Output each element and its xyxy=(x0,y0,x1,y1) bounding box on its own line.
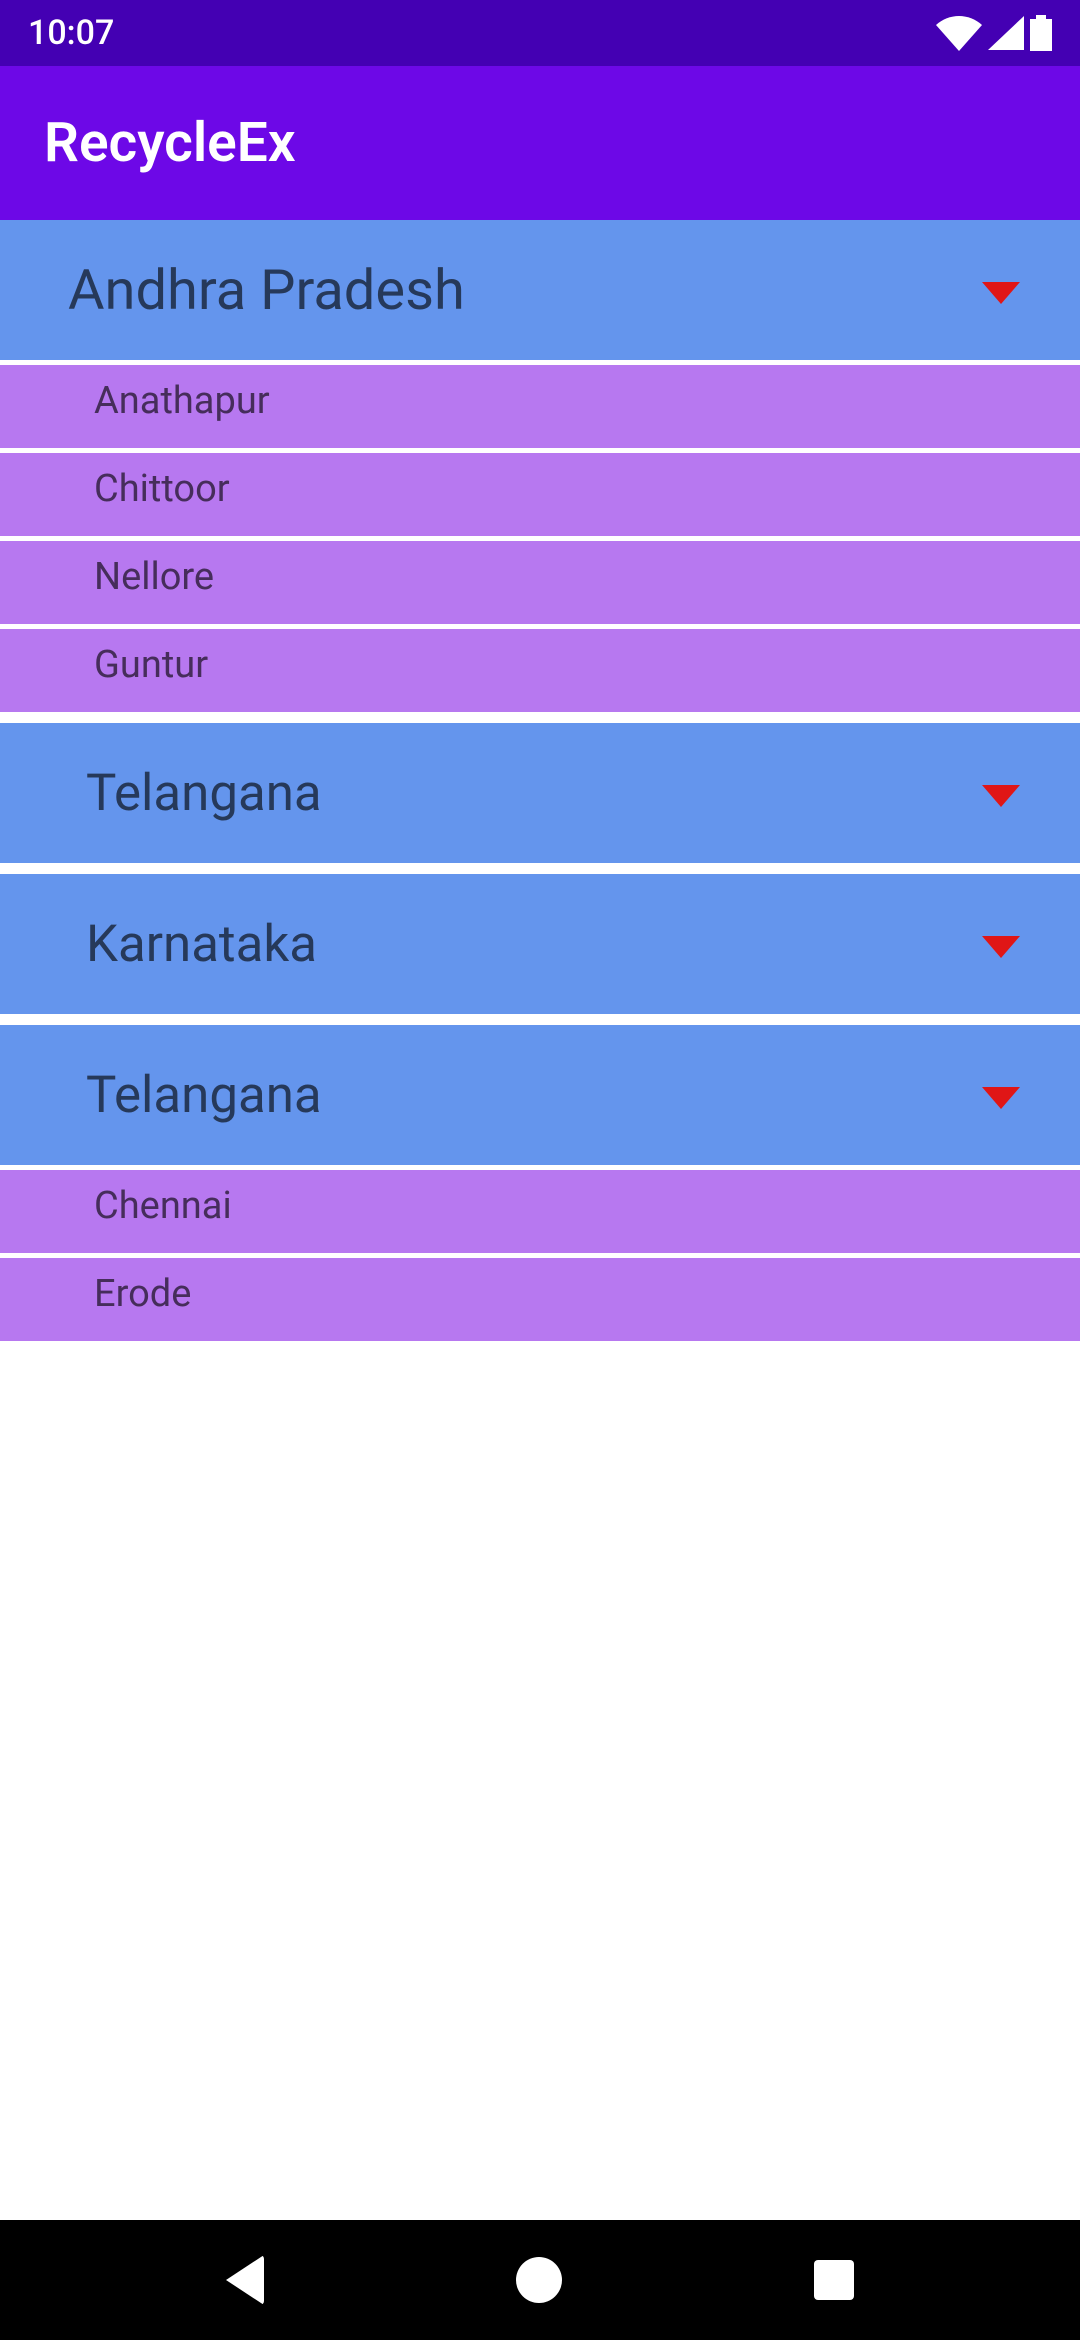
navigation-bar xyxy=(0,2220,1080,2340)
group-label: Telangana xyxy=(86,764,322,823)
chevron-down-icon xyxy=(982,936,1020,958)
list-item-label: Guntur xyxy=(94,643,208,687)
nav-home-button[interactable] xyxy=(516,2257,562,2303)
list-item-label: Chittoor xyxy=(94,467,230,511)
group-header[interactable]: Karnataka xyxy=(0,874,1080,1014)
nav-back-button[interactable] xyxy=(226,2255,264,2305)
status-bar: 10:07 xyxy=(0,0,1080,66)
recycler-list[interactable]: Andhra Pradesh Anathapur Chittoor Nellor… xyxy=(0,220,1080,1341)
list-item[interactable]: Guntur xyxy=(0,629,1080,712)
list-item[interactable]: Erode xyxy=(0,1258,1080,1341)
battery-icon xyxy=(1030,15,1052,51)
group-header[interactable]: Telangana xyxy=(0,1025,1080,1165)
group-label: Telangana xyxy=(86,1066,322,1125)
app-title: RecycleEx xyxy=(44,111,296,175)
list-item-label: Erode xyxy=(94,1272,191,1316)
status-icons xyxy=(936,15,1052,51)
list-item-label: Anathapur xyxy=(94,379,270,423)
chevron-down-icon xyxy=(982,1087,1020,1109)
group-header[interactable]: Telangana xyxy=(0,723,1080,863)
app-bar: RecycleEx xyxy=(0,66,1080,220)
status-time: 10:07 xyxy=(28,13,114,53)
group-header[interactable]: Andhra Pradesh xyxy=(0,220,1080,360)
wifi-icon xyxy=(936,15,982,51)
list-item[interactable]: Anathapur xyxy=(0,365,1080,448)
cell-signal-icon xyxy=(988,16,1024,50)
chevron-down-icon xyxy=(982,785,1020,807)
nav-recent-button[interactable] xyxy=(814,2260,854,2300)
chevron-down-icon xyxy=(982,282,1020,304)
group-label: Andhra Pradesh xyxy=(68,257,465,323)
list-item-label: Nellore xyxy=(94,555,214,599)
group-label: Karnataka xyxy=(86,915,317,974)
list-item[interactable]: Chittoor xyxy=(0,453,1080,536)
list-item-label: Chennai xyxy=(94,1184,232,1228)
list-item[interactable]: Chennai xyxy=(0,1170,1080,1253)
list-item[interactable]: Nellore xyxy=(0,541,1080,624)
